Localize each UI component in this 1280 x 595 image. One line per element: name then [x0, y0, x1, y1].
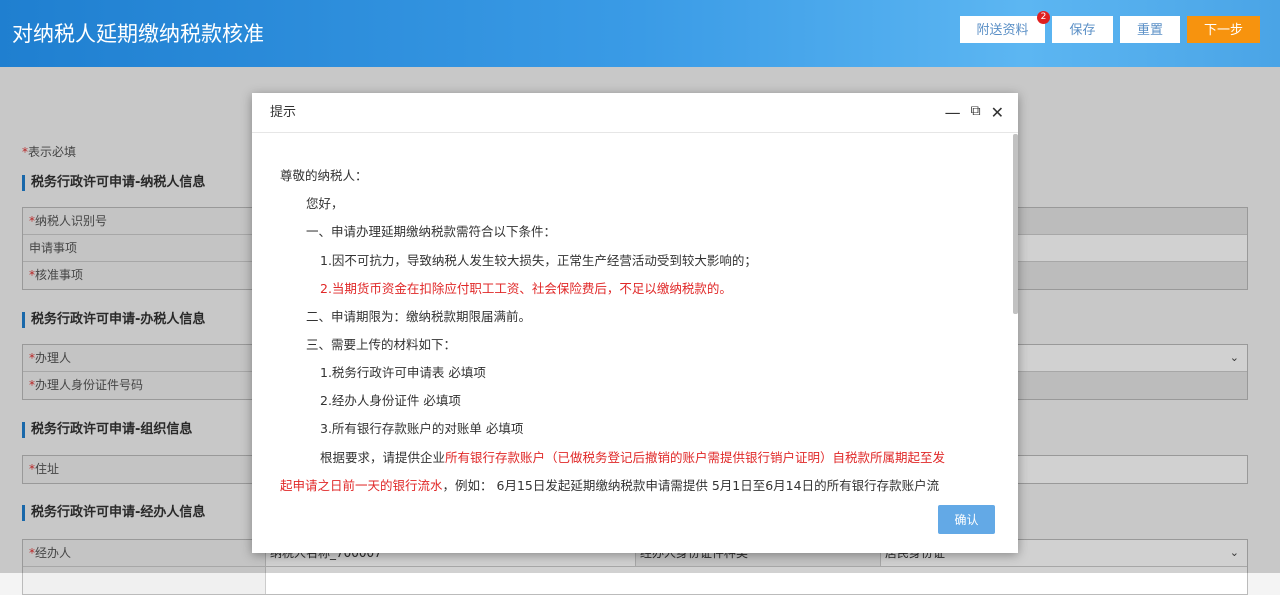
close-icon[interactable]: ✕ [991, 103, 1004, 122]
notice-dialog: 提示 — ⧉ ✕ 尊敬的纳税人： 您好， 一、申请办理延期缴纳税款需符合以下条件… [252, 93, 1018, 553]
page-title: 对纳税人延期缴纳税款核准 [12, 22, 264, 46]
save-button[interactable]: 保存 [1052, 16, 1113, 43]
text-line: 1.因不可抗力，导致纳税人发生较大损失，正常生产经营活动受到较大影响的； [320, 253, 757, 268]
next-step-button[interactable]: 下一步 [1187, 16, 1260, 43]
reset-button[interactable]: 重置 [1120, 16, 1180, 43]
text-line: 根据要求，请提供企业所有银行存款账户（已做税务登记后撤销的账户需提供银行销户证明… [320, 450, 946, 465]
text-line: 二、申请期限为：缴纳税款期限届满前。 [306, 309, 532, 324]
confirm-button[interactable]: 确认 [938, 505, 995, 534]
dialog-title: 提示 [252, 93, 1018, 133]
dialog-content: 尊敬的纳税人： 您好， 一、申请办理延期缴纳税款需符合以下条件： 1.因不可抗力… [252, 134, 1014, 494]
attach-materials-button[interactable]: 附送资料 [960, 16, 1045, 43]
attachment-count-badge: 2 [1037, 11, 1050, 24]
page-header: 对纳税人延期缴纳税款核准 附送资料 2 保存 重置 下一步 [0, 0, 1280, 67]
text-line: 一、申请办理延期缴纳税款需符合以下条件： [306, 224, 557, 239]
maximize-icon[interactable]: ⧉ [971, 103, 981, 122]
text-line: 3.所有银行存款账户的对账单 必填项 [320, 421, 524, 436]
text-line: 2.经办人身份证件 必填项 [320, 393, 461, 408]
dialog-scrollbar[interactable] [1013, 134, 1018, 314]
text-line: 1.税务行政许可申请表 必填项 [320, 365, 486, 380]
text-line: 您好， [306, 196, 344, 211]
text-line: 尊敬的纳税人： [280, 168, 368, 183]
text-line: 三、需要上传的材料如下： [306, 337, 457, 352]
text-line: 2.当期货币资金在扣除应付职工工资、社会保险费后，不足以缴纳税款的。 [320, 281, 732, 296]
minimize-icon[interactable]: — [945, 103, 961, 122]
text-line: 起申请之日前一天的银行流水，例如： 6月15日发起延期缴纳税款申请需提供 5月1… [280, 478, 940, 493]
